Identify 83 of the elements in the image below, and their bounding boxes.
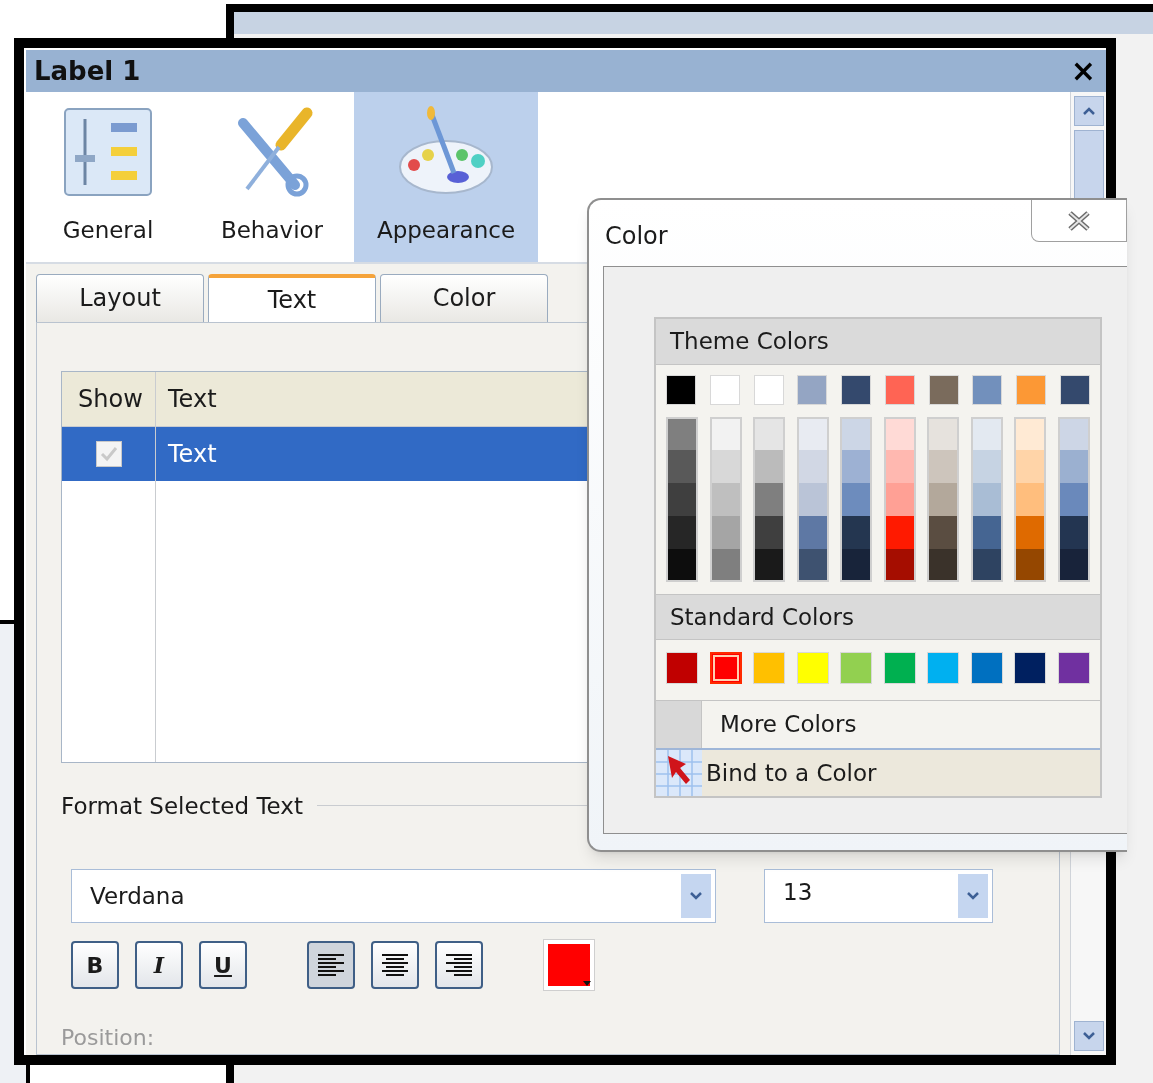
color-swatch[interactable] bbox=[666, 516, 698, 549]
color-swatch[interactable] bbox=[883, 450, 916, 483]
column-header: Show bbox=[62, 371, 156, 426]
section-title: Format Selected Text bbox=[61, 791, 303, 821]
cursor-arrow-icon bbox=[656, 750, 702, 796]
color-swatch[interactable] bbox=[840, 483, 873, 516]
color-swatch[interactable] bbox=[1014, 450, 1047, 483]
close-button[interactable]: × bbox=[1070, 56, 1096, 86]
color-swatch[interactable] bbox=[753, 516, 786, 549]
size-dropdown[interactable]: 13 bbox=[764, 869, 993, 923]
color-swatch[interactable] bbox=[970, 549, 1003, 582]
color-swatch[interactable] bbox=[1057, 549, 1090, 582]
color-swatch[interactable] bbox=[927, 417, 960, 450]
color-swatch[interactable] bbox=[840, 450, 873, 483]
color-swatch[interactable] bbox=[970, 516, 1003, 549]
italic-button[interactable]: I bbox=[135, 941, 183, 989]
position-label: Position: bbox=[61, 1024, 156, 1052]
color-swatch[interactable] bbox=[666, 483, 698, 516]
color-swatch[interactable] bbox=[796, 417, 829, 450]
close-button[interactable] bbox=[1031, 200, 1127, 242]
color-swatch[interactable] bbox=[1057, 450, 1090, 483]
color-swatch[interactable] bbox=[666, 450, 698, 483]
checkbox[interactable] bbox=[95, 440, 122, 467]
color-swatch[interactable] bbox=[796, 450, 829, 483]
color-swatch[interactable] bbox=[840, 549, 873, 582]
color-swatch[interactable] bbox=[927, 549, 960, 582]
align-center-button[interactable] bbox=[371, 941, 419, 989]
popup-title: Color bbox=[605, 221, 668, 252]
color-swatch[interactable] bbox=[1014, 549, 1047, 582]
scroll-up-button[interactable] bbox=[1073, 96, 1104, 126]
color-swatch[interactable] bbox=[666, 549, 698, 582]
color-swatch[interactable] bbox=[927, 450, 960, 483]
column-header: Text bbox=[168, 383, 217, 415]
color-swatch[interactable] bbox=[883, 483, 916, 516]
color-swatch[interactable] bbox=[709, 417, 742, 450]
color-swatch[interactable] bbox=[1057, 417, 1090, 450]
color-swatch[interactable] bbox=[753, 483, 786, 516]
color-swatch[interactable] bbox=[1057, 483, 1090, 516]
color-swatch[interactable] bbox=[796, 483, 829, 516]
color-swatch[interactable] bbox=[753, 450, 786, 483]
scroll-down-button[interactable] bbox=[1073, 1021, 1104, 1051]
color-swatch[interactable] bbox=[840, 516, 873, 549]
color-swatch[interactable] bbox=[927, 516, 960, 549]
tab[interactable]: Layout bbox=[36, 273, 204, 322]
color-swatch[interactable] bbox=[1014, 483, 1047, 516]
bold-button[interactable]: B bbox=[71, 941, 119, 989]
color-swatch[interactable] bbox=[753, 549, 786, 582]
color-swatch[interactable] bbox=[840, 417, 873, 450]
color-swatch[interactable] bbox=[883, 549, 916, 582]
color-swatch[interactable] bbox=[709, 516, 742, 549]
color-swatch[interactable] bbox=[970, 417, 1003, 450]
color-swatch[interactable] bbox=[927, 483, 960, 516]
color-swatch[interactable] bbox=[796, 549, 829, 582]
table-cell-text: Text bbox=[167, 438, 217, 470]
color-swatch[interactable] bbox=[883, 516, 916, 549]
tab[interactable]: Text bbox=[208, 273, 376, 322]
color-swatch[interactable] bbox=[1014, 417, 1047, 450]
color-swatch[interactable] bbox=[753, 417, 786, 450]
color-swatch[interactable] bbox=[883, 417, 916, 450]
settings-panel-icon bbox=[61, 105, 155, 199]
color-swatch[interactable] bbox=[1057, 516, 1090, 549]
color-swatch[interactable] bbox=[970, 483, 1003, 516]
align-right-button[interactable] bbox=[435, 941, 483, 989]
underline-button[interactable]: U bbox=[199, 941, 247, 989]
color-swatch[interactable] bbox=[666, 417, 698, 450]
font-dropdown[interactable]: Verdana bbox=[71, 869, 716, 923]
color-swatch[interactable] bbox=[970, 450, 1003, 483]
checkmark-icon bbox=[99, 445, 118, 462]
color-swatch[interactable] bbox=[709, 549, 742, 582]
align-left-button[interactable] bbox=[307, 941, 355, 989]
color-swatch[interactable] bbox=[1014, 516, 1047, 549]
window-title: Label 1 bbox=[34, 54, 141, 88]
close-icon bbox=[1066, 209, 1092, 232]
color-swatch[interactable] bbox=[796, 516, 829, 549]
bind-color-button[interactable]: Bind to a Color bbox=[656, 748, 1100, 796]
color-swatch[interactable] bbox=[709, 483, 742, 516]
color-swatch[interactable] bbox=[709, 652, 742, 684]
caret-icon bbox=[582, 980, 592, 988]
tab[interactable]: Color bbox=[380, 273, 548, 322]
category-button[interactable]: Appearance bbox=[354, 92, 538, 262]
section-header: Standard Colors bbox=[656, 594, 1100, 640]
section-header: Theme Colors bbox=[656, 319, 1100, 365]
color-swatch[interactable] bbox=[709, 450, 742, 483]
